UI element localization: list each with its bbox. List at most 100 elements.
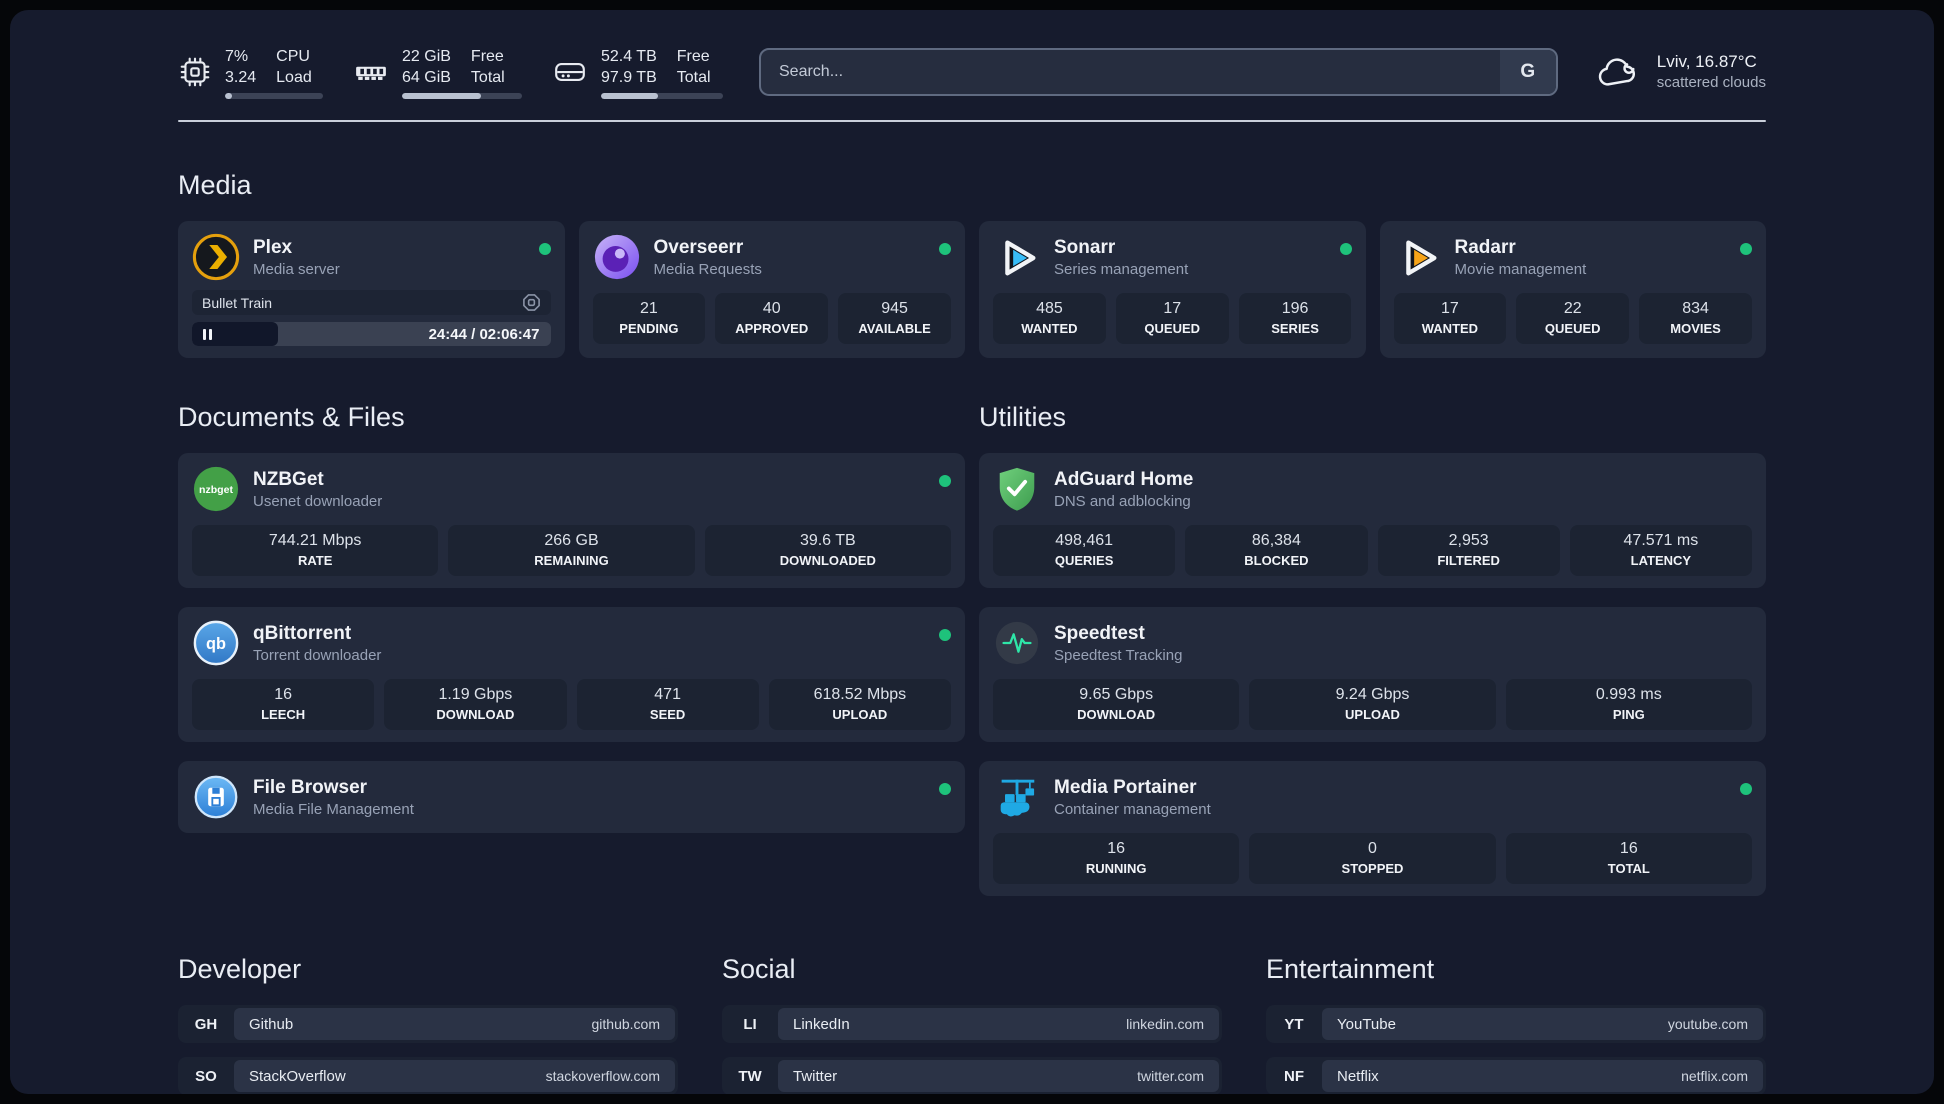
stat-blocked: 86,384 BLOCKED [1185,525,1368,576]
svg-text:nzbget: nzbget [199,484,233,496]
disk-stat: 52.4 TB 97.9 TB Free Total [552,46,723,99]
weather-widget: Lviv, 16.87°C scattered clouds [1594,51,1766,93]
card-speedtest[interactable]: Speedtest Speedtest Tracking 9.65 Gbps D… [979,607,1766,742]
link-netflix[interactable]: NF Netflix netflix.com [1266,1057,1766,1094]
card-adguard[interactable]: AdGuard Home DNS and adblocking 498,461 … [979,453,1766,588]
stat-remaining: 266 GB REMAINING [448,525,695,576]
stat-total: 16 TOTAL [1505,833,1752,884]
stat-ping: 0.993 ms PING [1505,679,1752,730]
stat-wanted: 17 WANTED [1393,293,1507,344]
link-linkedin[interactable]: LI LinkedIn linkedin.com [722,1005,1222,1043]
stat-rate: 744.21 Mbps RATE [192,525,439,576]
link-name: LinkedIn [793,1015,850,1033]
app-subtitle: Media Requests [653,260,762,278]
stat-upload: 618.52 Mbps UPLOAD [768,679,951,730]
filebrowser-icon [192,773,240,821]
stat-downloaded: 39.6 TB DOWNLOADED [704,525,951,576]
pause-icon[interactable] [203,328,212,340]
card-filebrowser[interactable]: File Browser Media File Management [178,761,965,833]
card-sonarr[interactable]: Sonarr Series management 485 WANTED 17 Q… [979,221,1366,358]
qbittorrent-icon: qb [192,619,240,667]
app-title: Plex [253,236,293,258]
app-subtitle: Movie management [1454,260,1587,278]
section-media: Media Plex Media server Bullet Train 24:… [178,170,1766,358]
link-abbr: GH [194,1015,218,1033]
weather-condition: scattered clouds [1656,74,1766,91]
card-overseerr[interactable]: Overseerr Media Requests 21 PENDING 40 A… [578,221,965,358]
app-subtitle: Media server [253,260,340,278]
stat-queued: 22 QUEUED [1516,293,1630,344]
playback-elapsed [192,322,279,346]
ram-icon [353,55,389,89]
weather-location-temp: Lviv, 16.87°C [1656,52,1757,71]
link-abbr: NF [1284,1067,1304,1085]
sonarr-icon [993,233,1041,281]
stat-download: 1.19 Gbps DOWNLOAD [384,679,567,730]
section-developer: Developer GH Github github.com SO StackO… [178,954,678,1094]
disk-values: 52.4 TB 97.9 TB [601,47,657,86]
link-abbr: LI [743,1015,757,1033]
playback-time: 24:44 / 02:06:47 [428,325,540,343]
stat-filtered: 2,953 FILTERED [1377,525,1560,576]
cloud-icon [1594,51,1642,93]
section-title-utilities: Utilities [979,402,1067,432]
card-radarr[interactable]: Radarr Movie management 17 WANTED 22 QUE… [1379,221,1766,358]
camera-lens-icon[interactable] [522,293,541,312]
cpu-icon [178,55,212,89]
stat-upload: 9.24 Gbps UPLOAD [1249,679,1496,730]
disk-progress-bar [601,92,723,99]
status-online-dot [939,783,951,795]
app-subtitle: Media File Management [253,800,414,818]
stat-seed: 471 SEED [576,679,759,730]
link-url: netflix.com [1681,1068,1748,1084]
stat-queued: 17 QUEUED [1115,293,1229,344]
section-social: Social LI LinkedIn linkedin.com TW Twitt… [722,954,1222,1094]
link-stackoverflow[interactable]: SO StackOverflow stackoverflow.com [178,1057,678,1094]
search-bar: G [759,48,1558,96]
radarr-icon [1394,233,1442,281]
link-github[interactable]: GH Github github.com [178,1005,678,1043]
app-title: Radarr [1454,236,1516,258]
link-twitter[interactable]: TW Twitter twitter.com [722,1057,1222,1094]
status-online-dot [538,243,551,255]
stat-leech: 16 LEECH [192,679,375,730]
search-input[interactable] [761,50,1500,94]
portainer-icon [993,773,1041,821]
section-utilities: Utilities AdGuard Home DNS and adblockin… [979,402,1766,896]
header-bar: 7% 3.24 CPU Load 22 GiB 64 GiB Free Tota… [178,44,1766,100]
link-url: twitter.com [1137,1068,1204,1084]
ram-progress-bar [402,92,522,99]
adguard-icon [993,465,1041,513]
card-qbittorrent[interactable]: qb qBittorrent Torrent downloader 16 LEE… [178,607,965,742]
playback-progress-bar[interactable]: 24:44 / 02:06:47 [192,322,551,346]
cpu-stat: 7% 3.24 CPU Load [178,46,323,99]
nzbget-icon: nzbget [192,465,240,513]
plex-icon [192,233,240,281]
stat-latency: 47.571 ms LATENCY [1569,525,1752,576]
card-plex[interactable]: Plex Media server Bullet Train 24:44 / 0… [178,221,565,358]
search-engine-button[interactable]: G [1499,50,1556,94]
link-youtube[interactable]: YT YouTube youtube.com [1266,1005,1766,1043]
stat-stopped: 0 STOPPED [1249,833,1496,884]
status-online-dot [1740,243,1752,255]
card-nzbget[interactable]: nzbget NZBGet Usenet downloader 744.21 M… [178,453,965,588]
cpu-labels: CPU Load [276,47,312,86]
link-name: StackOverflow [249,1067,346,1085]
section-title-documents: Documents & Files [178,402,405,432]
app-subtitle: DNS and adblocking [1054,492,1191,510]
link-abbr: SO [195,1067,217,1085]
svg-text:qb: qb [206,635,226,653]
dashboard: 7% 3.24 CPU Load 22 GiB 64 GiB Free Tota… [10,10,1934,1094]
app-subtitle: Torrent downloader [253,646,382,664]
now-playing-title: Bullet Train [202,294,273,311]
app-title: Overseerr [653,236,744,258]
app-subtitle: Container management [1054,800,1211,818]
app-subtitle: Series management [1054,260,1189,278]
card-portainer[interactable]: Media Portainer Container management 16 … [979,761,1766,896]
app-title: Speedtest [1054,622,1145,644]
app-title: File Browser [253,776,368,798]
link-url: github.com [591,1016,660,1032]
ram-values: 22 GiB 64 GiB [402,47,451,86]
header-divider [178,120,1766,122]
app-title: Media Portainer [1054,776,1197,798]
